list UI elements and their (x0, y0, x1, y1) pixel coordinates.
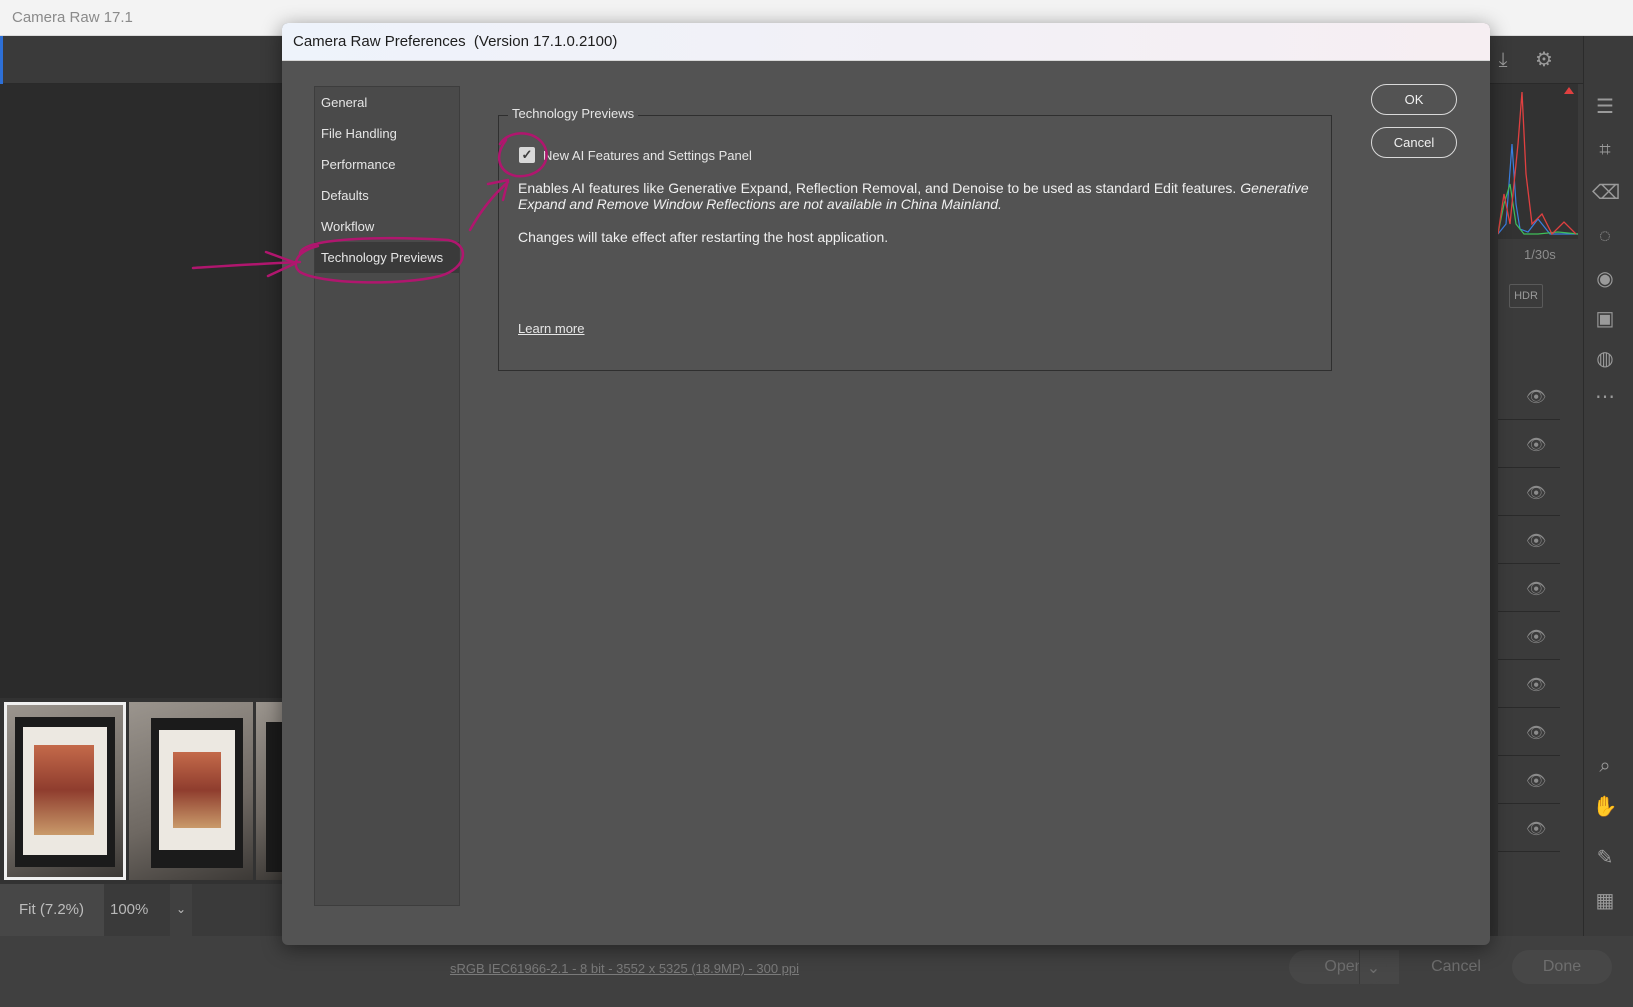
eye-icon[interactable]: 👁 (1526, 819, 1546, 839)
grid-icon[interactable]: ▦ (1592, 888, 1618, 914)
filmstrip-thumbnail[interactable] (4, 702, 126, 880)
eye-icon[interactable]: 👁 (1526, 387, 1546, 407)
layer-row[interactable]: 👁 (1498, 660, 1560, 708)
nav-item-general[interactable]: General (315, 87, 459, 118)
dialog-titlebar: Camera Raw Preferences (Version 17.1.0.2… (282, 23, 1490, 61)
ok-button[interactable]: OK (1371, 84, 1457, 115)
save-icon[interactable]: ⤓ (1489, 46, 1517, 74)
eyedropper-icon[interactable]: ✎ (1592, 845, 1618, 871)
gear-icon[interactable]: ⚙ (1530, 46, 1558, 74)
presets-icon[interactable]: ◍ (1592, 346, 1618, 372)
eraser-icon[interactable]: ⌫ (1592, 180, 1620, 206)
app-title: Camera Raw 17.1 (12, 9, 133, 26)
feature-description: Enables AI features like Generative Expa… (518, 180, 1318, 212)
ai-features-checkbox-label[interactable]: New AI Features and Settings Panel (543, 148, 752, 163)
layer-row[interactable]: 👁 (1498, 516, 1560, 564)
preferences-nav: General File Handling Performance Defaul… (314, 86, 460, 906)
eye-icon[interactable]: 👁 (1526, 435, 1546, 455)
zoom-bar: Fit (7.2%) 100% ⌄ (0, 884, 290, 936)
hand-icon[interactable]: ✋ (1592, 794, 1618, 820)
technology-previews-group: Technology Previews ✓ New AI Features an… (498, 106, 1332, 371)
file-info-link[interactable]: sRGB IEC61966-2.1 - 8 bit - 3552 x 5325 … (450, 961, 799, 976)
nav-item-performance[interactable]: Performance (315, 149, 459, 180)
layer-row[interactable]: 👁 (1498, 420, 1560, 468)
layer-row[interactable]: 👁 (1498, 372, 1560, 420)
histogram (1497, 84, 1579, 239)
eye-icon[interactable]: 👁 (1526, 483, 1546, 503)
description-text: Enables AI features like Generative Expa… (518, 180, 1237, 196)
layer-row[interactable]: 👁 (1498, 756, 1560, 804)
group-legend: Technology Previews (508, 106, 639, 121)
layer-row[interactable]: 👁 (1498, 468, 1560, 516)
eye-icon[interactable]: 👁 (1526, 723, 1546, 743)
fit-zoom-button[interactable]: Fit (7.2%) (0, 884, 104, 936)
nav-item-workflow[interactable]: Workflow (315, 211, 459, 242)
ai-features-checkbox[interactable]: ✓ (519, 147, 535, 163)
crop-icon[interactable]: ⌗ (1592, 137, 1618, 163)
shutter-speed: 1/30s (1524, 247, 1556, 262)
zoom-icon[interactable]: ⌕ (1592, 753, 1618, 779)
cancel-button[interactable]: Cancel (1406, 950, 1506, 984)
image-preview[interactable] (0, 84, 290, 700)
sliders-icon[interactable]: ☰ (1592, 94, 1618, 120)
dialog-title: Camera Raw Preferences (Version 17.1.0.2… (293, 33, 618, 50)
eye-icon[interactable]: 👁 (1526, 627, 1546, 647)
eye-icon[interactable]: 👁 (1526, 531, 1546, 551)
eye-icon[interactable]: 👁 (1526, 675, 1546, 695)
zoom-level[interactable]: 100% (110, 901, 148, 918)
nav-item-defaults[interactable]: Defaults (315, 180, 459, 211)
layer-row[interactable]: 👁 (1498, 804, 1560, 852)
cancel-button[interactable]: Cancel (1371, 127, 1457, 158)
eye-icon[interactable]: 👁 (1526, 771, 1546, 791)
restart-note: Changes will take effect after restartin… (518, 229, 889, 245)
chevron-down-icon[interactable]: ⌄ (170, 884, 192, 936)
histogram-graph (1497, 87, 1579, 236)
hdr-button[interactable]: HDR (1509, 284, 1543, 308)
layer-row[interactable]: 👁 (1498, 612, 1560, 660)
mask-icon[interactable]: ◌ (1592, 223, 1618, 249)
snapshot-icon[interactable]: ▣ (1592, 306, 1618, 332)
preferences-dialog: Camera Raw Preferences (Version 17.1.0.2… (282, 23, 1490, 945)
nav-item-technology-previews[interactable]: Technology Previews (315, 242, 459, 273)
layer-row[interactable]: 👁 (1498, 708, 1560, 756)
eye-icon[interactable]: 👁 (1526, 579, 1546, 599)
done-button[interactable]: Done (1512, 950, 1612, 984)
nav-item-file-handling[interactable]: File Handling (315, 118, 459, 149)
filmstrip (0, 698, 290, 884)
layer-row[interactable]: 👁 (1498, 564, 1560, 612)
learn-more-link[interactable]: Learn more (518, 321, 584, 336)
filmstrip-thumbnail[interactable] (129, 702, 253, 880)
more-icon[interactable]: ⋯ (1592, 384, 1618, 410)
redeye-icon[interactable]: ◉ (1592, 266, 1618, 292)
left-accent (0, 36, 3, 84)
